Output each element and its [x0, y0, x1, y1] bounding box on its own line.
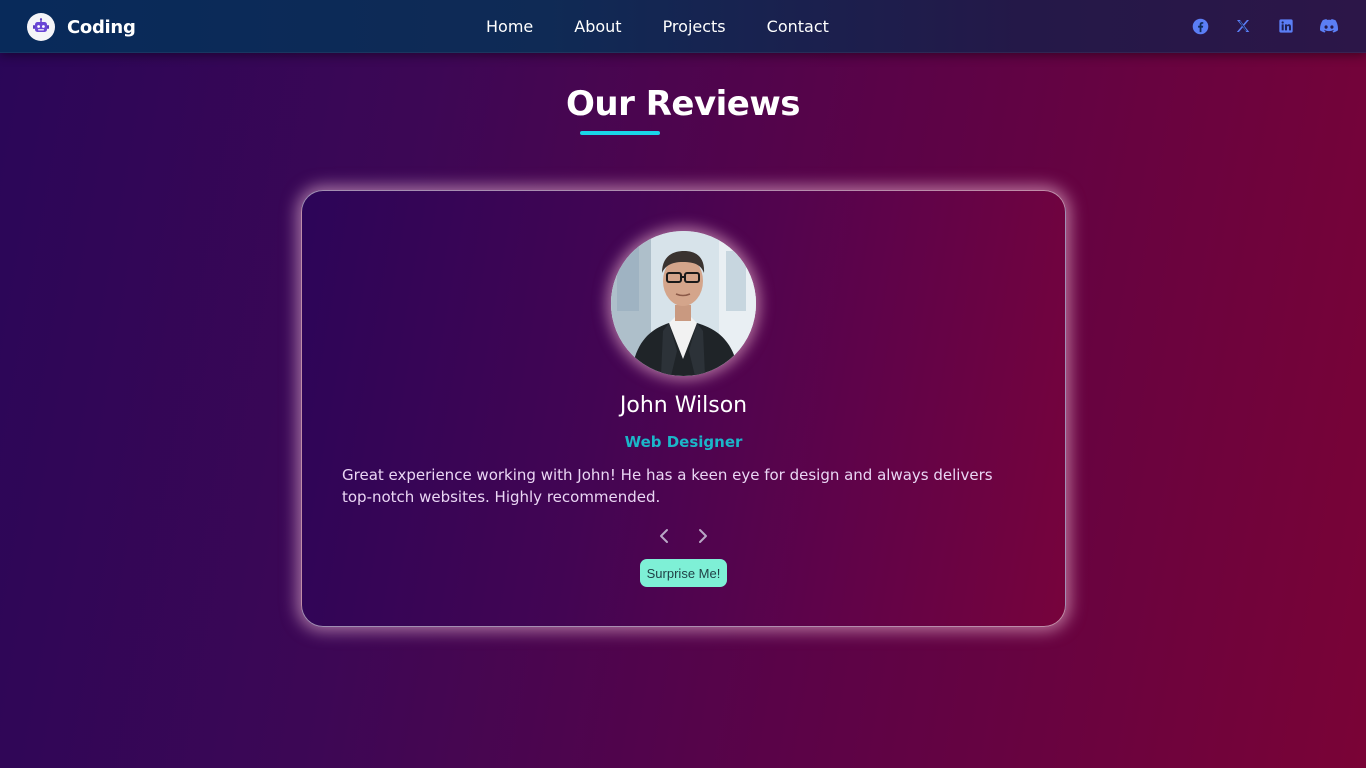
title-underline — [580, 131, 660, 135]
linkedin-icon[interactable] — [1277, 17, 1295, 35]
surprise-me-button[interactable]: Surprise Me! — [640, 559, 727, 587]
nav-link-about[interactable]: About — [574, 15, 621, 39]
reviewer-name: John Wilson — [619, 393, 748, 418]
chevron-left-icon — [660, 529, 668, 543]
social-links — [1191, 17, 1338, 35]
robot-logo-icon — [27, 13, 55, 41]
review-text: Great experience working with John! He h… — [342, 466, 993, 506]
navbar: Coding Home About Projects Contact — [0, 0, 1366, 53]
discord-icon[interactable] — [1320, 17, 1338, 35]
prev-review-button[interactable] — [655, 527, 673, 545]
nav-links: Home About Projects Contact — [486, 15, 829, 39]
section-title: Our Reviews — [566, 84, 800, 124]
chevron-right-icon — [699, 529, 707, 543]
nav-link-contact[interactable]: Contact — [767, 15, 829, 39]
brand-name: Coding — [67, 16, 136, 38]
facebook-icon[interactable] — [1191, 17, 1209, 35]
reviewer-role: Web Designer — [624, 433, 743, 451]
review-card: John Wilson Web Designer Great experienc… — [301, 190, 1066, 627]
nav-link-home[interactable]: Home — [486, 15, 533, 39]
next-review-button[interactable] — [694, 527, 712, 545]
reviewer-avatar — [611, 231, 756, 376]
nav-link-projects[interactable]: Projects — [663, 15, 726, 39]
brand-link[interactable]: Coding — [27, 13, 136, 41]
x-icon[interactable] — [1234, 17, 1252, 35]
